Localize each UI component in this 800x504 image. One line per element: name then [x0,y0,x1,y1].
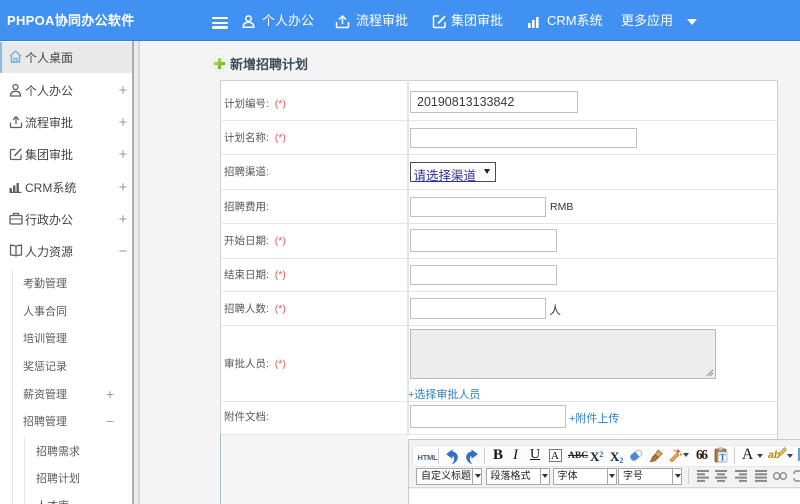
svg-text:T: T [719,453,725,463]
